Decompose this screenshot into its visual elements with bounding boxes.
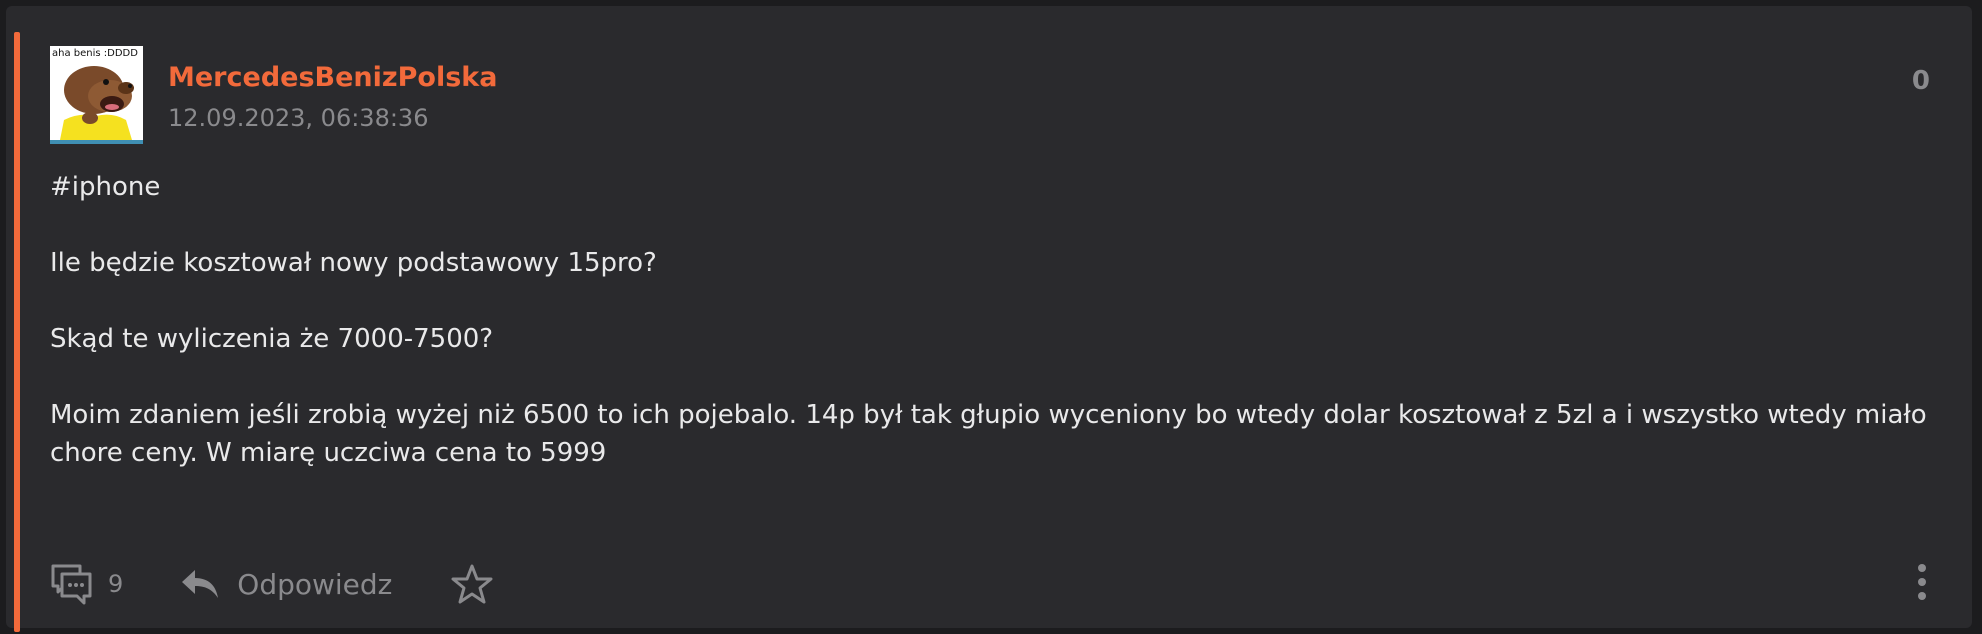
post-paragraph: Moim zdaniem jeśli zrobią wyżej niż 6500…: [50, 400, 1927, 468]
comments-icon: [51, 564, 92, 605]
avatar-image: [60, 66, 134, 140]
comments-button[interactable]: 9: [50, 562, 123, 606]
post-paragraph[interactable]: #iphone: [50, 168, 1930, 206]
post-paragraph: Ile będzie kosztował nowy podstawowy 15p…: [50, 248, 657, 278]
post-footer: 9 Odpowiedz: [50, 558, 494, 610]
more-options-button[interactable]: [1912, 560, 1932, 604]
post-body: #iphone Ile będzie kosztował nowy podsta…: [50, 168, 1930, 472]
reply-button[interactable]: Odpowiedz: [179, 566, 392, 602]
favorite-button[interactable]: [450, 562, 494, 606]
comments-count: 9: [108, 570, 124, 598]
reply-arrow-icon: [182, 570, 219, 598]
post-paragraph: Skąd te wyliczenia że 7000-7500?: [50, 324, 494, 354]
post-card: aha benis :DDDD MercedesBenizPolska 12.0…: [6, 6, 1972, 632]
avatar[interactable]: aha benis :DDDD: [50, 46, 143, 144]
post-accent-bar: [14, 32, 20, 632]
more-vertical-icon: [1918, 564, 1926, 600]
reply-label: Odpowiedz: [237, 567, 393, 601]
vote-score[interactable]: 0: [1912, 66, 1930, 96]
post-timestamp: 12.09.2023, 06:38:36: [168, 104, 429, 132]
author-link[interactable]: MercedesBenizPolska: [168, 62, 497, 93]
star-icon: [451, 564, 493, 604]
